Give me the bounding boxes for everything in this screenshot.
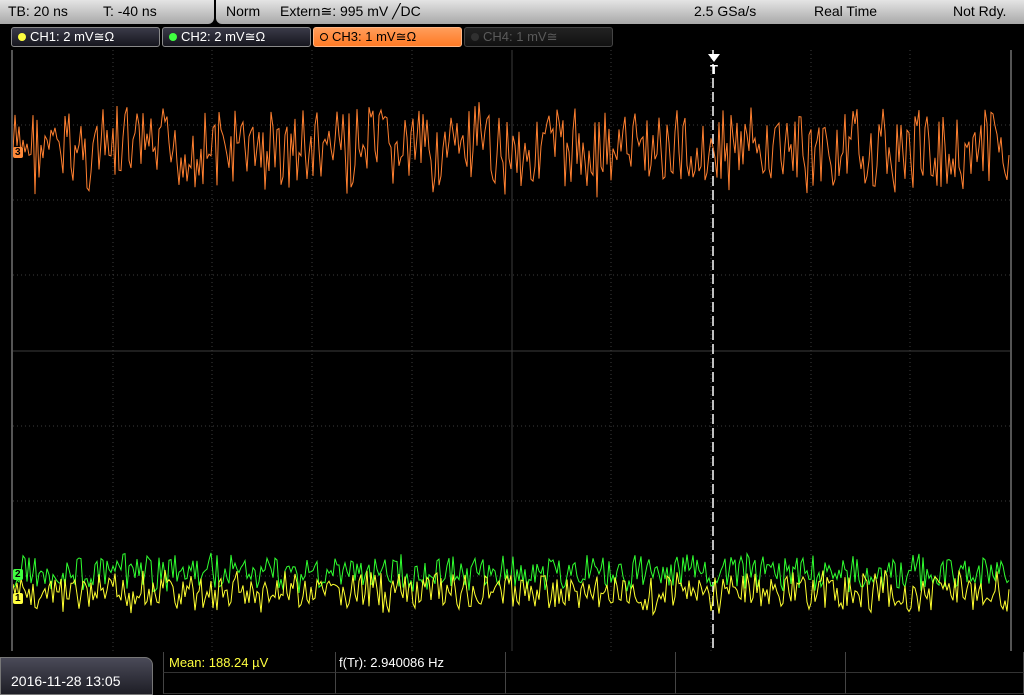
datetime-box: 2016-11-28 13:05 (0, 657, 153, 695)
ch1-level-marker[interactable]: 1 (13, 593, 23, 604)
frequency-measurement: f(Tr): 2.940086 Hz (339, 655, 445, 670)
ch3-trace (13, 102, 1010, 198)
waveform-display[interactable]: 3 2 1 T (11, 50, 1012, 651)
ch2-dot-icon (169, 33, 177, 41)
ch3-level-marker[interactable]: 3 (13, 147, 23, 158)
ch3-label: CH3: 1 mV≅Ω (332, 29, 417, 44)
waveform-canvas (13, 50, 1010, 651)
ch1-trace (13, 569, 1010, 617)
mean-measurement: Mean: 188.24 µV (169, 655, 269, 670)
trigger-source: Extern≅: 995 mV ╱DC (280, 3, 421, 19)
ch3-dot-icon (320, 33, 328, 41)
top-status-bar: TB: 20 ns T: -40 ns Norm Extern≅: 995 mV… (0, 0, 1024, 24)
trigger-time-value: T: -40 ns (103, 3, 157, 19)
tab-ch1[interactable]: CH1: 2 mV≅Ω (11, 27, 160, 47)
timebase-value: TB: 20 ns (8, 3, 68, 19)
acquisition-status: Not Rdy. (953, 3, 1007, 19)
acquisition-mode: Real Time (814, 3, 878, 19)
timebase-panel[interactable]: TB: 20 ns T: -40 ns (0, 0, 214, 24)
ch1-label: CH1: 2 mV≅Ω (30, 29, 115, 44)
ch1-dot-icon (18, 33, 26, 41)
tab-ch2[interactable]: CH2: 2 mV≅Ω (162, 27, 311, 47)
ch4-label: CH4: 1 mV≅ (483, 29, 558, 44)
tab-ch4[interactable]: CH4: 1 mV≅ (464, 27, 613, 47)
ch4-dot-icon (471, 33, 479, 41)
measurement-panel[interactable]: Mean: 188.24 µV f(Tr): 2.940086 Hz (163, 652, 1024, 695)
ch2-label: CH2: 2 mV≅Ω (181, 29, 266, 44)
trigger-acquisition-panel[interactable]: Norm Extern≅: 995 mV ╱DC 2.5 GSa/s Real … (216, 0, 1024, 24)
trigger-marker[interactable]: T (703, 54, 725, 77)
sample-rate: 2.5 GSa/s (694, 3, 757, 19)
ch2-level-marker[interactable]: 2 (13, 569, 23, 580)
trigger-mode: Norm (226, 3, 261, 19)
trigger-arrow-icon (708, 54, 720, 62)
tab-ch3[interactable]: CH3: 1 mV≅Ω (313, 27, 462, 47)
datetime: 2016-11-28 13:05 (11, 673, 121, 689)
